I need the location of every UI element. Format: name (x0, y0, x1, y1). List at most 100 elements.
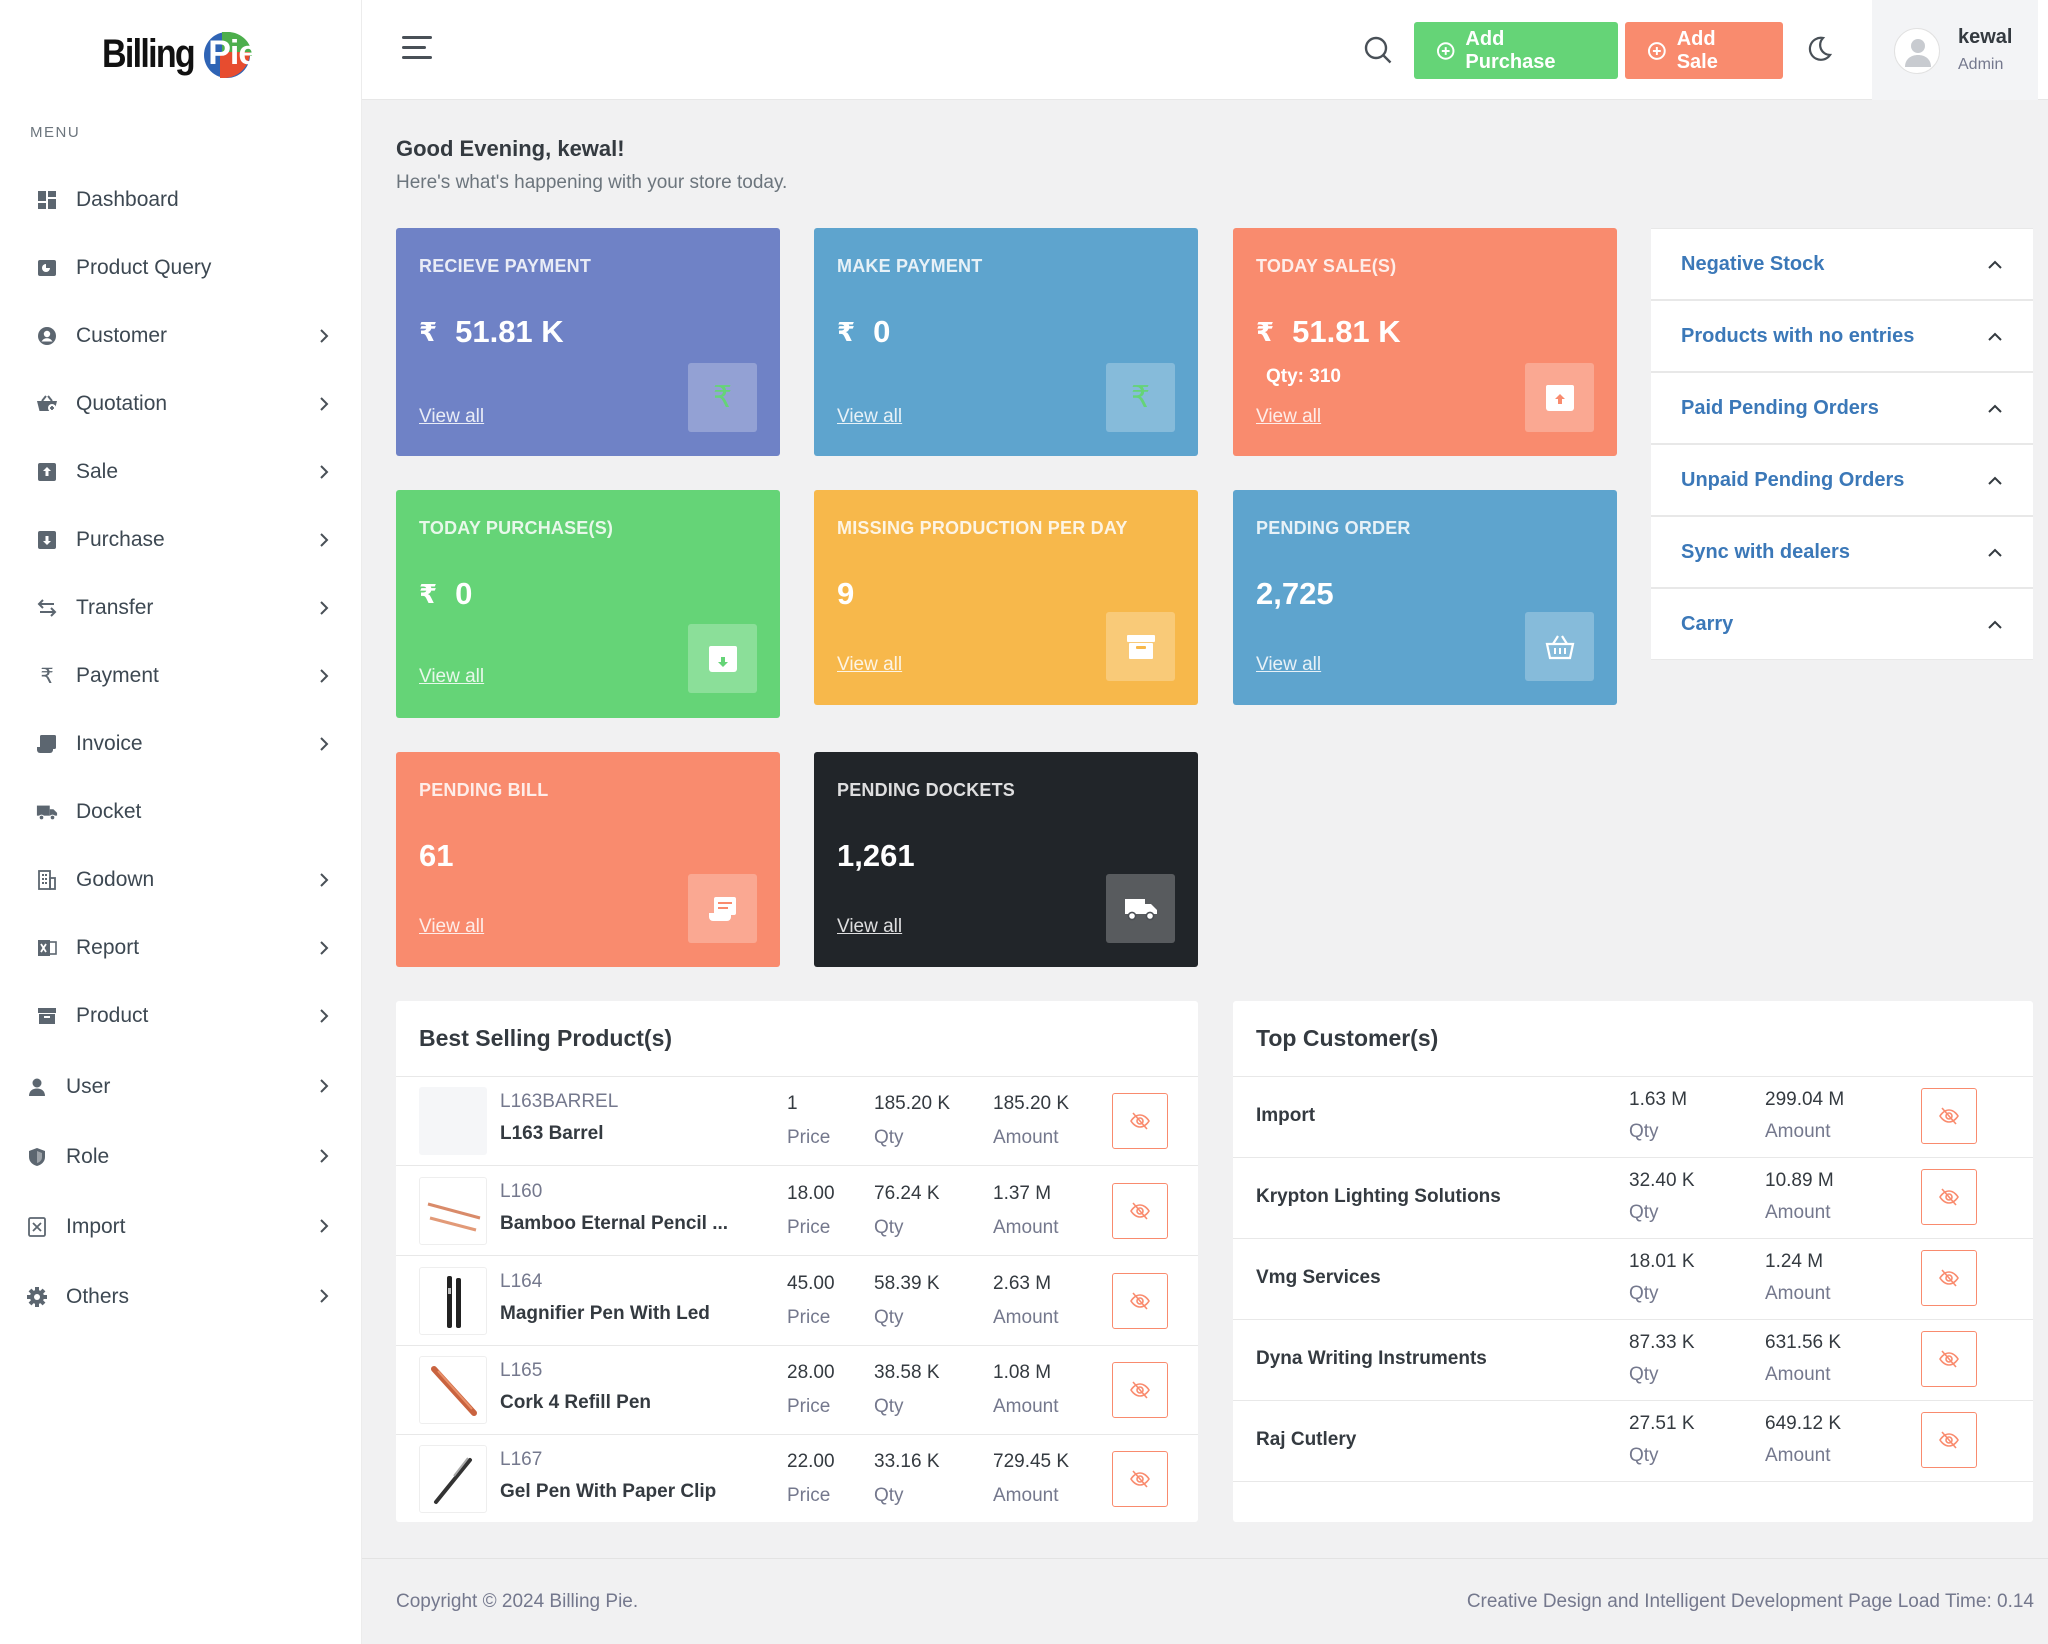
truck-icon[interactable] (1106, 874, 1175, 943)
archive-icon[interactable] (1106, 612, 1175, 681)
box-download-icon[interactable] (688, 624, 757, 693)
sidebar-item-transfer[interactable]: Transfer (0, 574, 362, 642)
qty-value: 18.01 K (1629, 1251, 1695, 1272)
sidebar-item-payment[interactable]: ₹ Payment (0, 642, 362, 710)
eye-off-icon (1939, 1188, 1959, 1206)
sidebar-item-sale[interactable]: Sale (0, 438, 362, 506)
view-all-link[interactable]: View all (419, 666, 484, 688)
card-pending-dockets: PENDING DOCKETS 1,261 View all (814, 752, 1198, 967)
view-all-link[interactable]: View all (837, 406, 902, 428)
accordion-sync-with-dealers[interactable]: Sync with dealers (1651, 516, 2033, 588)
eye-off-icon (1130, 1202, 1150, 1220)
sidebar-item-role[interactable]: Role (0, 1122, 362, 1192)
hide-button[interactable] (1112, 1273, 1168, 1329)
sidebar-item-report[interactable]: Report (0, 914, 362, 982)
card-receive-payment: RECIEVE PAYMENT ₹51.81 K View all ₹ (396, 228, 780, 456)
footer: Copyright © 2024 Billing Pie. Creative D… (362, 1558, 2048, 1644)
hide-button[interactable] (1112, 1362, 1168, 1418)
view-all-link[interactable]: View all (1256, 406, 1321, 428)
rupee-icon[interactable]: ₹ (1106, 363, 1175, 432)
chevron-right-icon (314, 1216, 334, 1236)
hide-button[interactable] (1921, 1169, 1977, 1225)
menu-toggle-icon[interactable] (402, 36, 432, 62)
price-label: Price (787, 1217, 831, 1238)
accordion-paid-pending-orders[interactable]: Paid Pending Orders (1651, 372, 2033, 444)
add-purchase-label: Add Purchase (1465, 27, 1556, 73)
sidebar-item-docket[interactable]: Docket (0, 778, 362, 846)
sidebar-item-quotation[interactable]: Quotation (0, 370, 362, 438)
sidebar-item-godown[interactable]: Godown (0, 846, 362, 914)
view-all-link[interactable]: View all (419, 406, 484, 428)
sidebar-item-label: Product (76, 1004, 149, 1027)
search-icon[interactable] (1362, 34, 1394, 66)
view-all-link[interactable]: View all (837, 654, 902, 676)
chevron-up-icon (1985, 543, 2005, 563)
accordion-label: Paid Pending Orders (1681, 396, 1879, 419)
card-today-purchases: TODAY PURCHASE(S) ₹0 View all (396, 490, 780, 718)
sidebar-item-user[interactable]: User (0, 1052, 362, 1122)
qty-label: Qty (1629, 1121, 1659, 1142)
chevron-right-icon (314, 462, 334, 482)
card-title: PENDING DOCKETS (837, 780, 1016, 800)
price-label: Price (787, 1127, 831, 1148)
moon-icon[interactable] (1804, 34, 1834, 64)
card-title: MISSING PRODUCTION PER DAY (837, 518, 1128, 538)
view-all-link[interactable]: View all (419, 916, 484, 938)
table-row: L165 Cork 4 Refill Pen 28.00 Price 38.58… (396, 1346, 1198, 1435)
building-icon (36, 869, 58, 891)
accordion-negative-stock[interactable]: Negative Stock (1651, 228, 2033, 300)
chevron-right-icon (314, 1076, 334, 1096)
box-upload-icon[interactable] (1525, 363, 1594, 432)
brand-logo[interactable]: Billing Pie (102, 26, 266, 82)
product-thumbnail (419, 1445, 487, 1513)
card-value: 2,725 (1256, 576, 1334, 611)
user-menu[interactable]: kewal Admin (1872, 0, 2038, 100)
add-purchase-button[interactable]: Add Purchase (1414, 22, 1618, 79)
accordion-unpaid-pending-orders[interactable]: Unpaid Pending Orders (1651, 444, 2033, 516)
product-name: Cork 4 Refill Pen (500, 1392, 651, 1413)
eye-off-icon (1130, 1112, 1150, 1130)
customer-name: Dyna Writing Instruments (1256, 1348, 1487, 1369)
accordion-carry[interactable]: Carry (1651, 588, 2033, 660)
qty-label: Qty (1629, 1445, 1659, 1466)
invoice-icon[interactable] (688, 874, 757, 943)
amount-label: Amount (993, 1485, 1059, 1506)
qty-value: 32.40 K (1629, 1170, 1695, 1191)
sidebar-item-others[interactable]: Others (0, 1262, 362, 1332)
sidebar-item-product[interactable]: Product (0, 982, 362, 1050)
sidebar-item-label: Others (66, 1285, 130, 1308)
basket-icon[interactable] (1525, 612, 1594, 681)
qty-label: Qty (1629, 1364, 1659, 1385)
card-title: PENDING BILL (419, 780, 549, 800)
qty-label: Qty (874, 1217, 904, 1238)
amount-label: Amount (1765, 1445, 1831, 1466)
sidebar-item-purchase[interactable]: Purchase (0, 506, 362, 574)
card-make-payment: MAKE PAYMENT ₹0 View all ₹ (814, 228, 1198, 456)
hide-button[interactable] (1112, 1183, 1168, 1239)
brand-name-billing: Billing (102, 31, 196, 76)
chevron-up-icon (1985, 255, 2005, 275)
sidebar-item-product-query[interactable]: Product Query (0, 234, 362, 302)
hide-button[interactable] (1921, 1250, 1977, 1306)
sidebar-item-dashboard[interactable]: Dashboard (0, 166, 362, 234)
view-all-link[interactable]: View all (837, 916, 902, 938)
hide-button[interactable] (1921, 1412, 1977, 1468)
product-thumbnail (419, 1087, 487, 1155)
sidebar-item-invoice[interactable]: Invoice (0, 710, 362, 778)
best-selling-panel: Best Selling Product(s) L163BARREL L163 … (396, 1001, 1198, 1522)
rupee-icon[interactable]: ₹ (688, 363, 757, 432)
sidebar-item-customer[interactable]: Customer (0, 302, 362, 370)
hide-button[interactable] (1112, 1093, 1168, 1149)
hide-button[interactable] (1112, 1451, 1168, 1507)
sidebar-item-label: Import (66, 1215, 126, 1238)
eye-off-icon (1130, 1470, 1150, 1488)
sidebar-item-import[interactable]: Import (0, 1192, 362, 1262)
sidebar-item-label: Sale (76, 460, 119, 483)
hide-button[interactable] (1921, 1088, 1977, 1144)
accordion-products-no-entries[interactable]: Products with no entries (1651, 300, 2033, 372)
qty-label: Qty (874, 1485, 904, 1506)
add-sale-button[interactable]: Add Sale (1625, 22, 1783, 79)
hide-button[interactable] (1921, 1331, 1977, 1387)
card-title: RECIEVE PAYMENT (419, 256, 592, 276)
view-all-link[interactable]: View all (1256, 654, 1321, 676)
